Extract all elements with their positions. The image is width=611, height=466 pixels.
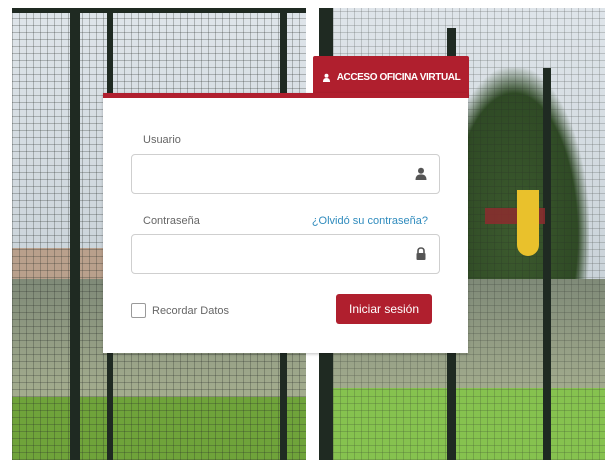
login-screen: ACCESO OFICINA VIRTUAL Usuario Contraseñ…: [0, 0, 611, 466]
remember-label: Recordar Datos: [152, 304, 230, 317]
user-icon: [415, 167, 427, 180]
user-icon: [322, 73, 330, 82]
tab-label: ACCESO OFICINA VIRTUAL: [336, 71, 461, 83]
password-input[interactable]: [132, 235, 422, 271]
password-label: Contraseña: [143, 215, 200, 227]
username-label: Usuario: [143, 134, 181, 146]
login-card: Usuario Contraseña ¿Olvidó su contraseña…: [103, 93, 468, 353]
remember-checkbox[interactable]: [131, 303, 146, 318]
username-input[interactable]: [132, 155, 422, 191]
virtual-office-access-tab: ACCESO OFICINA VIRTUAL: [313, 56, 469, 98]
remember-me[interactable]: Recordar Datos: [131, 303, 229, 318]
login-button[interactable]: Iniciar sesión: [336, 294, 432, 324]
password-field[interactable]: [131, 234, 440, 274]
forgot-password-link[interactable]: ¿Olvidó su contraseña?: [312, 215, 428, 227]
username-field[interactable]: [131, 154, 440, 194]
lock-icon: [416, 247, 426, 260]
